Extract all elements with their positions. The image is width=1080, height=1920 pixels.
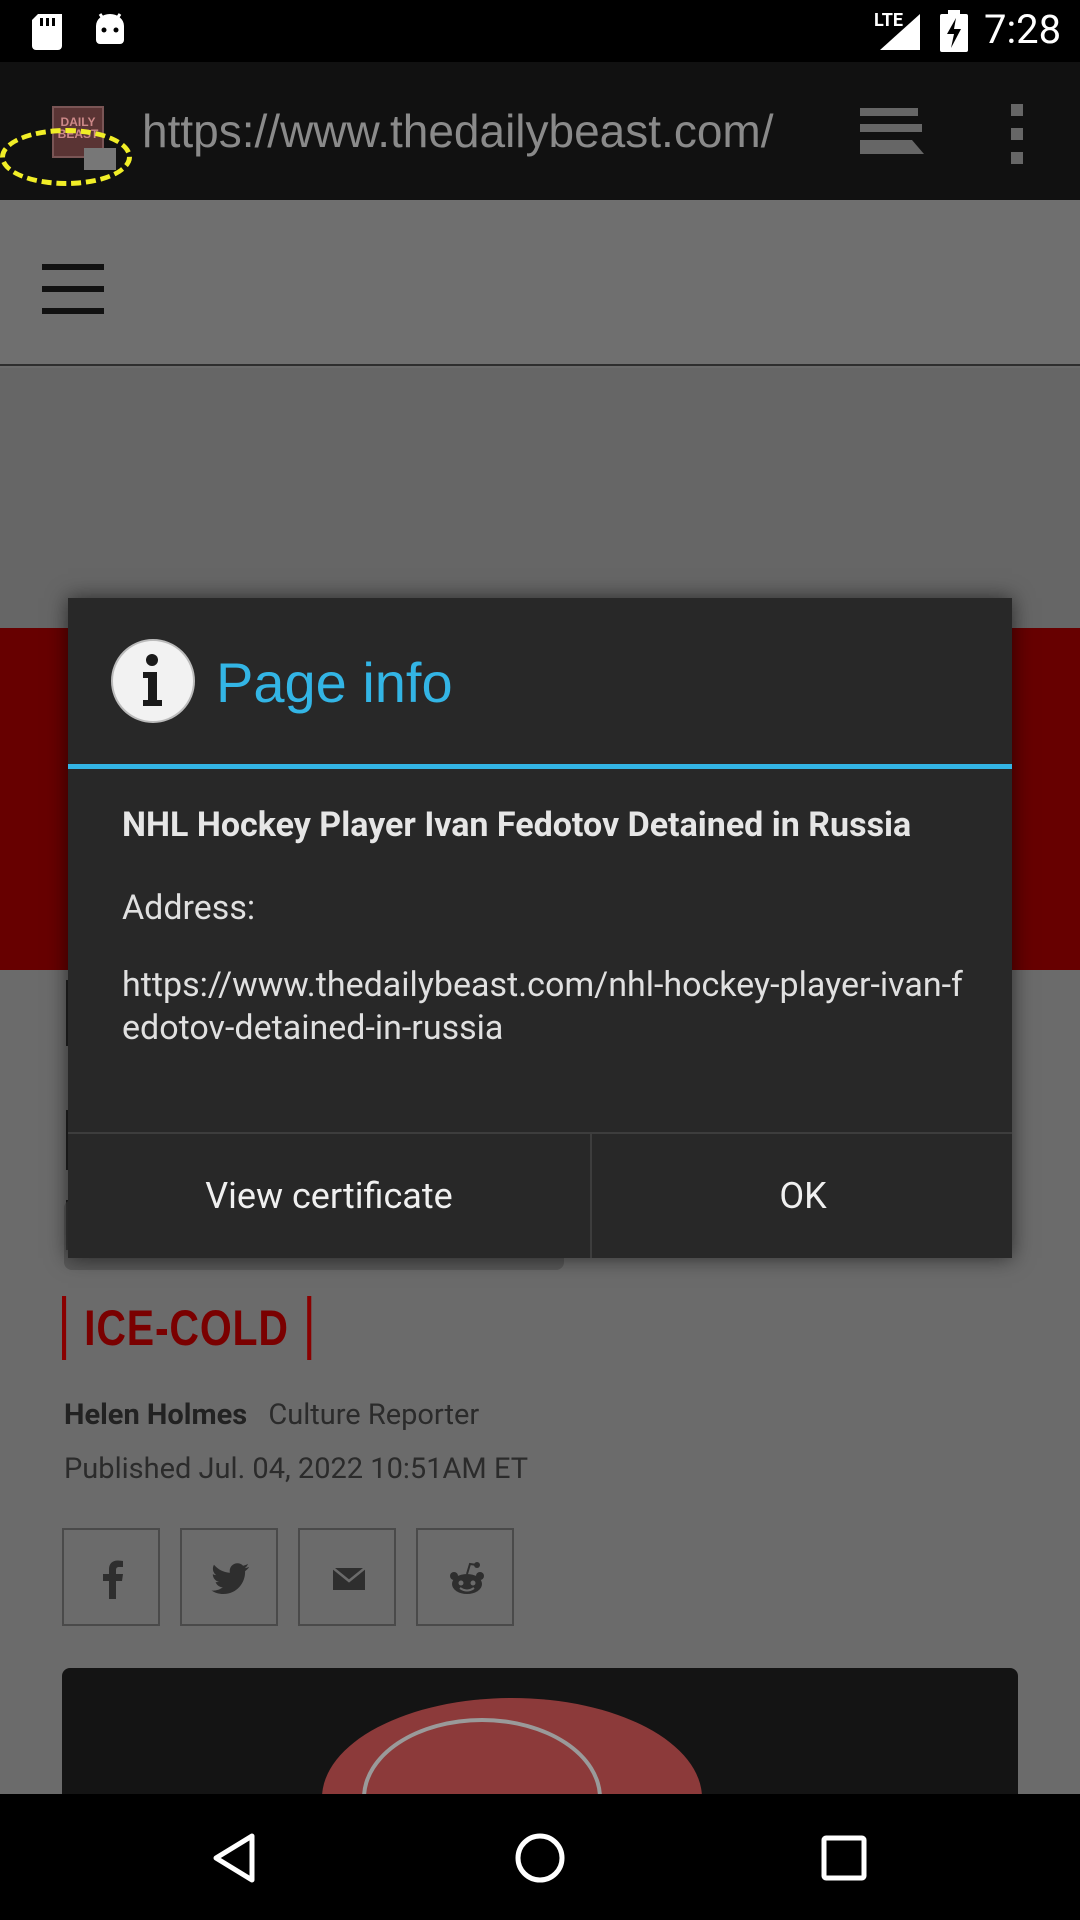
facebook-share-button[interactable]: [62, 1528, 160, 1626]
dialog-title: Page info: [216, 651, 453, 714]
android-debug-icon: [96, 13, 124, 44]
page-title: NHL Hockey Player Ivan Fedotov Detained …: [122, 805, 912, 845]
status-bar: LTE 7:28: [0, 0, 1080, 62]
address-value: https://www.thedailybeast.com/nhl-hockey…: [122, 965, 963, 1048]
recents-icon[interactable]: [814, 1828, 874, 1888]
facebook-icon: [103, 1560, 123, 1599]
site-header: [0, 200, 1080, 366]
twitter-icon: [211, 1563, 249, 1594]
battery-charging-icon: [940, 10, 968, 52]
dialog-buttons: View certificate OK: [68, 1132, 1012, 1258]
tap-highlight-marker: [0, 128, 132, 186]
hamburger-menu-icon[interactable]: [42, 264, 104, 314]
author-name[interactable]: Helen Holmes: [64, 1398, 247, 1432]
reddit-share-button[interactable]: [416, 1528, 514, 1626]
hero-image: [62, 1668, 1018, 1794]
info-icon: [111, 639, 195, 723]
section-tag[interactable]: ICE-COLD: [62, 1296, 311, 1360]
view-certificate-button[interactable]: View certificate: [68, 1134, 592, 1258]
home-icon[interactable]: [510, 1828, 570, 1888]
sd-card-icon: [32, 14, 62, 50]
url-bar[interactable]: https://www.thedailybeast.com/: [142, 104, 774, 158]
address-label: Address:: [122, 888, 256, 928]
reddit-icon: [450, 1562, 484, 1594]
mail-icon: [332, 1567, 366, 1590]
byline: Helen Holmes Culture Reporter: [64, 1398, 479, 1432]
author-role: Culture Reporter: [268, 1398, 480, 1432]
clock: 7:28: [984, 6, 1062, 53]
tabs-icon[interactable]: [858, 102, 926, 162]
overflow-menu-icon[interactable]: [1002, 102, 1032, 166]
published-date: Published Jul. 04, 2022 10:51AM ET: [64, 1452, 529, 1486]
browser-toolbar: DAILY BEAST https://www.thedailybeast.com…: [0, 62, 1080, 200]
page-info-dialog: Page info NHL Hockey Player Ivan Fedotov…: [68, 598, 1012, 1258]
back-icon[interactable]: [206, 1828, 266, 1888]
ok-button[interactable]: OK: [594, 1134, 1012, 1258]
navigation-bar: [0, 1794, 1080, 1920]
signal-icon: [880, 14, 920, 50]
email-share-button[interactable]: [298, 1528, 396, 1626]
title-divider: [68, 764, 1012, 769]
dialog-header: Page info: [68, 598, 1012, 766]
dialog-body: NHL Hockey Player Ivan Fedotov Detained …: [122, 804, 972, 1050]
twitter-share-button[interactable]: [180, 1528, 278, 1626]
